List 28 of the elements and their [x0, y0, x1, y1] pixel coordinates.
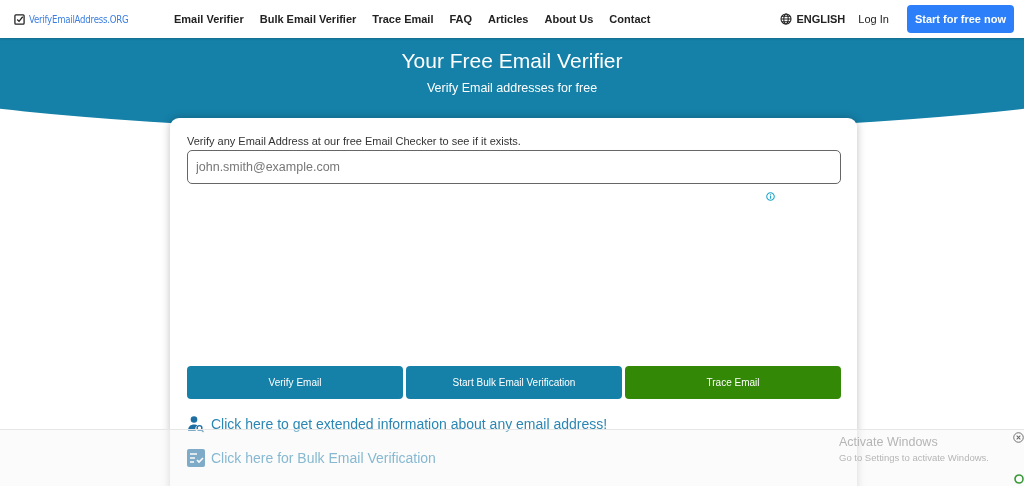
info-link[interactable]: Click here to get extended information about any email address!	[211, 416, 608, 432]
user-search-icon	[187, 415, 205, 433]
nav-link[interactable]: About Us	[544, 13, 594, 25]
email-input-field[interactable]: john.smith@example.com	[187, 150, 841, 184]
nav-link[interactable]: Articles	[488, 13, 529, 25]
nav-link[interactable]: Trace Email	[372, 13, 434, 25]
action-button[interactable]: Start Bulk Email Verification	[406, 366, 622, 399]
status-icon	[1014, 474, 1024, 484]
checkbox-icon	[14, 13, 25, 25]
activation-title: Activate Windows	[839, 435, 939, 449]
checklist-icon	[187, 449, 205, 467]
globe-icon	[780, 13, 793, 25]
activation-text: Go to Settings to activate Windows.	[839, 452, 989, 463]
login-link[interactable]: Log In	[858, 13, 889, 25]
hero-subtitle: Verify Email addresses for free	[425, 81, 599, 95]
action-button[interactable]: Trace Email	[625, 366, 841, 399]
intro-text: Verify any Email Address at our free Email Checker to see if it exists.	[187, 135, 522, 147]
site-logo[interactable]: VerifyEmailAddress.ORG	[29, 13, 129, 25]
nav-link[interactable]: FAQ	[449, 13, 473, 25]
nav-link[interactable]: Contact	[609, 13, 651, 25]
language-selector[interactable]: ENGLISH	[796, 13, 846, 25]
action-button[interactable]: Verify Email	[187, 366, 403, 399]
close-icon[interactable]	[1013, 432, 1024, 443]
info-icon[interactable]	[766, 192, 775, 201]
start-free-button[interactable]: Start for free now	[906, 5, 1014, 33]
hero-title: Your Free Email Verifier	[400, 48, 624, 73]
nav-link[interactable]: Bulk Email Verifier	[259, 13, 357, 25]
nav-link[interactable]: Email Verifier	[174, 13, 244, 25]
